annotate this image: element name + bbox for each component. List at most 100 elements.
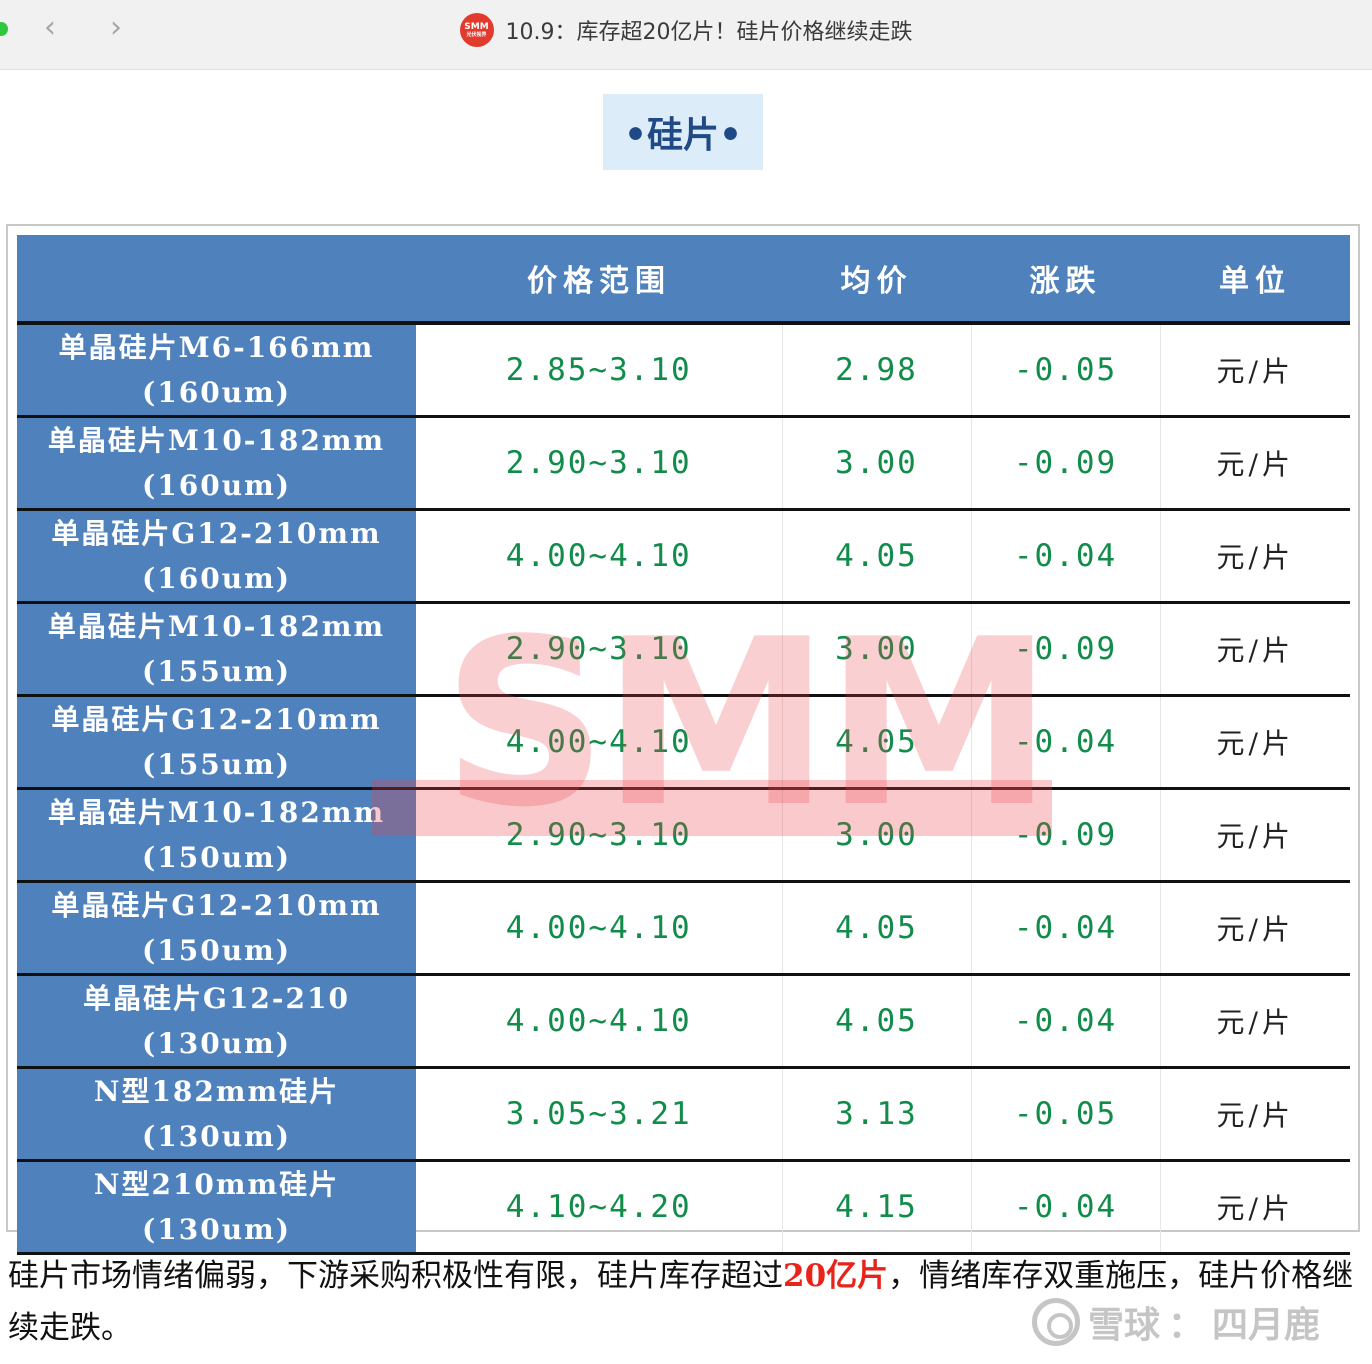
unit-cell: 元/片 (1160, 881, 1350, 976)
spec-thickness: (130um) (142, 1120, 291, 1153)
spec-cell: 单晶硅片M6-166mm (160um) (17, 323, 416, 418)
price-table: 价格范围 均价 涨跌 单位 单晶硅片M6-166mm (160um) 2.85~3… (17, 235, 1350, 1255)
table-row: 单晶硅片M10-182mm (160um) 2.90~3.10 3.00 -0.0… (17, 416, 1350, 511)
spec-name: 单晶硅片G12-210mm (51, 889, 382, 922)
spec-name: N型182mm硅片 (93, 1075, 340, 1108)
table-row: 单晶硅片G12-210mm (150um) 4.00~4.10 4.05 -0.0… (17, 881, 1350, 976)
header-price-range: 价格范围 (416, 235, 782, 325)
spec-thickness: (160um) (142, 376, 291, 409)
spec-name: N型210mm硅片 (93, 1168, 340, 1201)
change-cell: -0.04 (971, 695, 1161, 790)
price-range-cell: 4.00~4.10 (416, 695, 783, 790)
logo-text: SMM (464, 22, 489, 32)
spec-thickness: (160um) (142, 469, 291, 502)
table-row: 单晶硅片G12-210mm (160um) 4.00~4.10 4.05 -0.0… (17, 509, 1350, 604)
header-spec (17, 235, 416, 325)
price-range-cell: 2.85~3.10 (416, 323, 783, 418)
spec-name: 单晶硅片M10-182mm (47, 424, 386, 457)
price-range-cell: 2.90~3.10 (416, 788, 783, 883)
xueqiu-logo-icon (1032, 1298, 1080, 1346)
price-range-cell: 4.00~4.10 (416, 509, 783, 604)
spec-cell: 单晶硅片M10-182mm (160um) (17, 416, 416, 511)
spec-name: 单晶硅片G12-210mm (51, 517, 382, 550)
spec-name: 单晶硅片M10-182mm (47, 796, 386, 829)
spec-thickness: (160um) (142, 562, 291, 595)
window-titlebar: ‹ › SMM 光伏视界 10.9：库存超20亿片！硅片价格继续走跌 (0, 0, 1372, 70)
table-row: 单晶硅片G12-210mm (155um) 4.00~4.10 4.05 -0.0… (17, 695, 1350, 790)
table-row: 单晶硅片M6-166mm (160um) 2.85~3.10 2.98 -0.05… (17, 323, 1350, 418)
table-row: 单晶硅片M10-182mm (150um) 2.90~3.10 3.00 -0.0… (17, 788, 1350, 883)
title-area: SMM 光伏视界 10.9：库存超20亿片！硅片价格继续走跌 (0, 13, 1372, 47)
price-range-cell: 3.05~3.21 (416, 1067, 783, 1162)
table-row: 单晶硅片M10-182mm (155um) 2.90~3.10 3.00 -0.0… (17, 602, 1350, 697)
change-cell: -0.09 (971, 788, 1161, 883)
price-range-cell: 2.90~3.10 (416, 602, 783, 697)
table-header-row: 价格范围 均价 涨跌 单位 (17, 235, 1350, 325)
change-cell: -0.04 (971, 881, 1161, 976)
spec-thickness: (150um) (142, 841, 291, 874)
price-range-cell: 4.00~4.10 (416, 881, 783, 976)
average-price-cell: 4.05 (782, 509, 972, 604)
average-price-cell: 4.15 (782, 1160, 972, 1255)
unit-cell: 元/片 (1160, 788, 1350, 883)
spec-name: 单晶硅片M6-166mm (58, 331, 375, 364)
average-price-cell: 4.05 (782, 881, 972, 976)
spec-thickness: (130um) (142, 1027, 291, 1060)
spec-name: 单晶硅片G12-210 (83, 982, 350, 1015)
spec-cell: 单晶硅片M10-182mm (150um) (17, 788, 416, 883)
average-price-cell: 3.00 (782, 788, 972, 883)
window-title: 10.9：库存超20亿片！硅片价格继续走跌 (505, 20, 913, 45)
average-price-cell: 4.05 (782, 695, 972, 790)
xueqiu-author: 四月鹿 (1212, 1305, 1321, 1346)
xueqiu-separator: ： (1168, 1305, 1205, 1346)
section-heading: •硅片• (603, 94, 763, 170)
paragraph-highlight: 20亿片 (783, 1258, 889, 1294)
spec-thickness: (155um) (142, 748, 291, 781)
spec-cell: 单晶硅片G12-210mm (155um) (17, 695, 416, 790)
average-price-cell: 4.05 (782, 974, 972, 1069)
spec-thickness: (155um) (142, 655, 291, 688)
table-row: N型210mm硅片 (130um) 4.10~4.20 4.15 -0.04 元/… (17, 1160, 1350, 1255)
price-range-cell: 2.90~3.10 (416, 416, 783, 511)
change-cell: -0.05 (971, 323, 1161, 418)
table-row: 单晶硅片G12-210 (130um) 4.00~4.10 4.05 -0.04 … (17, 974, 1350, 1069)
change-cell: -0.09 (971, 602, 1161, 697)
logo-subtext: 光伏视界 (466, 32, 487, 38)
spec-cell: 单晶硅片G12-210 (130um) (17, 974, 416, 1069)
table-row: N型182mm硅片 (130um) 3.05~3.21 3.13 -0.05 元/… (17, 1067, 1350, 1162)
unit-cell: 元/片 (1160, 695, 1350, 790)
unit-cell: 元/片 (1160, 1067, 1350, 1162)
spec-cell: N型182mm硅片 (130um) (17, 1067, 416, 1162)
average-price-cell: 3.13 (782, 1067, 972, 1162)
spec-cell: 单晶硅片G12-210mm (160um) (17, 509, 416, 604)
spec-thickness: (130um) (142, 1213, 291, 1246)
spec-name: 单晶硅片G12-210mm (51, 703, 382, 736)
spec-cell: 单晶硅片M10-182mm (155um) (17, 602, 416, 697)
unit-cell: 元/片 (1160, 602, 1350, 697)
spec-cell: 单晶硅片G12-210mm (150um) (17, 881, 416, 976)
change-cell: -0.05 (971, 1067, 1161, 1162)
change-cell: -0.04 (971, 1160, 1161, 1255)
smm-logo-icon: SMM 光伏视界 (459, 13, 494, 47)
average-price-cell: 3.00 (782, 602, 972, 697)
header-change: 涨跌 (971, 235, 1160, 325)
price-range-cell: 4.10~4.20 (416, 1160, 783, 1255)
paragraph-text-before: 硅片市场情绪偏弱，下游采购积极性有限，硅片库存超过 (8, 1258, 783, 1294)
spec-name: 单晶硅片M10-182mm (47, 610, 386, 643)
average-price-cell: 3.00 (782, 416, 972, 511)
average-price-cell: 2.98 (782, 323, 972, 418)
price-range-cell: 4.00~4.10 (416, 974, 783, 1069)
change-cell: -0.04 (971, 509, 1161, 604)
spec-thickness: (150um) (142, 934, 291, 967)
xueqiu-watermark: 雪球 ： 四月鹿 (1032, 1296, 1320, 1348)
unit-cell: 元/片 (1160, 974, 1350, 1069)
unit-cell: 元/片 (1160, 416, 1350, 511)
change-cell: -0.04 (971, 974, 1161, 1069)
unit-cell: 元/片 (1160, 1160, 1350, 1255)
unit-cell: 元/片 (1160, 509, 1350, 604)
unit-cell: 元/片 (1160, 323, 1350, 418)
xueqiu-brand: 雪球 (1088, 1305, 1161, 1346)
change-cell: -0.09 (971, 416, 1161, 511)
spec-cell: N型210mm硅片 (130um) (17, 1160, 416, 1255)
header-unit: 单位 (1160, 235, 1350, 325)
